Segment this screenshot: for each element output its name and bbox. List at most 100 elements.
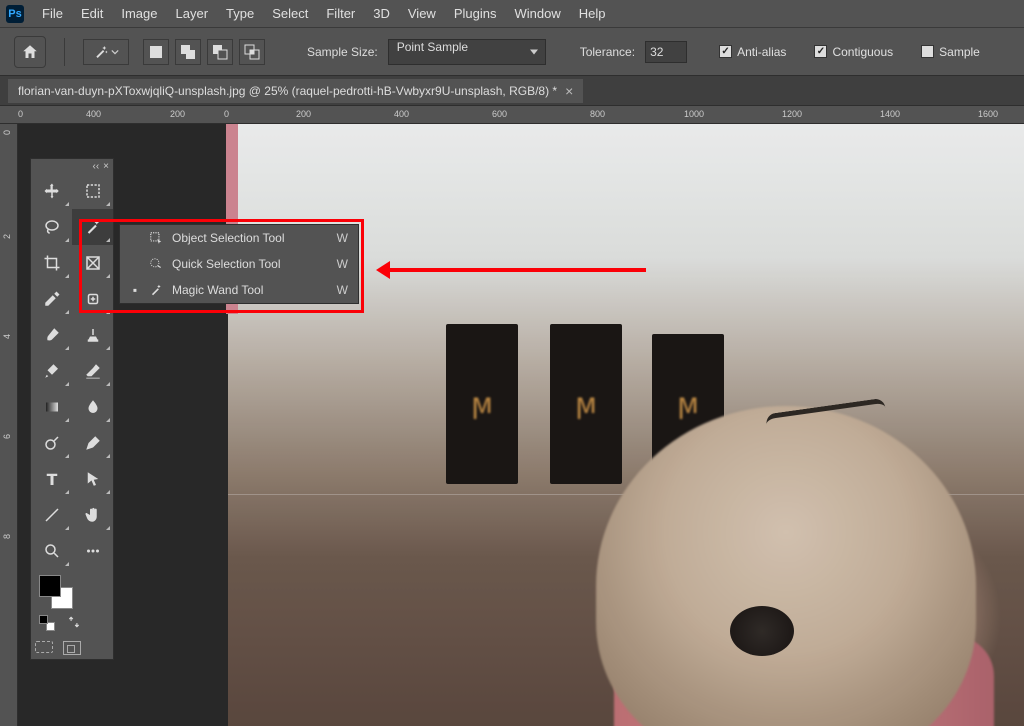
frame-tool[interactable] [72,245,113,281]
current-tool-picker[interactable] [83,39,129,65]
app-logo-text: Ps [8,8,21,20]
history-brush-tool[interactable] [31,353,72,389]
gradient-tool[interactable] [31,389,72,425]
menu-type[interactable]: Type [218,3,262,24]
document-tab[interactable]: florian-van-duyn-pXToxwjqliQ-unsplash.jp… [8,79,583,103]
flyout-object-selection[interactable]: Object Selection Tool W [120,225,358,251]
line-tool[interactable] [31,497,72,533]
magic-wand-tool[interactable] [72,209,113,245]
close-icon[interactable]: × [103,161,109,172]
selection-intersect-button[interactable] [239,39,265,65]
menu-view[interactable]: View [400,3,444,24]
flyout-magic-wand[interactable]: ▪ Magic Wand Tool W [120,277,358,303]
ruler-tick: 4 [2,334,12,339]
document-image [228,124,1024,726]
menu-3d[interactable]: 3D [365,3,398,24]
sample-all-checkbox[interactable]: Sample [921,45,980,59]
menubar: Ps File Edit Image Layer Type Select Fil… [0,0,1024,28]
object-selection-icon [148,230,164,246]
ruler-tick: 1000 [684,109,704,119]
sample-size-value: Point Sample [388,39,546,65]
more-tool[interactable] [72,533,113,569]
hand-tool[interactable] [72,497,113,533]
close-icon[interactable]: × [565,83,573,99]
selection-new-button[interactable] [143,39,169,65]
default-colors-button[interactable] [39,615,55,631]
selection-tool-flyout: Object Selection Tool W Quick Selection … [119,224,359,304]
menu-edit[interactable]: Edit [73,3,111,24]
sample-size-label: Sample Size: [307,45,378,59]
check-icon [814,45,827,58]
brush-tool[interactable] [31,317,72,353]
lasso-tool[interactable] [31,209,72,245]
check-icon [719,45,732,58]
home-icon [21,43,39,61]
path-selection-tool[interactable] [72,461,113,497]
ruler-tick: 0 [2,130,12,135]
ruler-vertical: 0 2 4 6 8 [0,124,18,726]
document-tab-title: florian-van-duyn-pXToxwjqliQ-unsplash.jp… [18,84,557,98]
crop-tool[interactable] [31,245,72,281]
menu-file[interactable]: File [34,3,71,24]
ruler-tick: 2 [2,234,12,239]
selection-add-button[interactable] [175,39,201,65]
zoom-tool[interactable] [31,533,72,569]
flyout-shortcut: W [337,257,348,271]
foreground-color[interactable] [39,575,61,597]
check-icon [921,45,934,58]
ruler-tick: 400 [394,109,409,119]
ruler-horizontal: 0 400 200 0 200 400 600 800 1000 1200 14… [0,106,1024,124]
sample-all-label: Sample [939,45,980,59]
eraser-tool[interactable] [72,353,113,389]
flyout-quick-selection[interactable]: Quick Selection Tool W [120,251,358,277]
pen-tool[interactable] [72,425,113,461]
foreground-background-swatch[interactable] [31,569,113,637]
quick-mask-button[interactable] [35,641,53,653]
dodge-tool[interactable] [31,425,72,461]
workspace: 0 400 200 0 200 400 600 800 1000 1200 14… [0,106,1024,726]
ruler-tick: 8 [2,534,12,539]
blur-tool[interactable] [72,389,113,425]
document-tabs: florian-van-duyn-pXToxwjqliQ-unsplash.jp… [0,76,1024,106]
contiguous-checkbox[interactable]: Contiguous [814,45,893,59]
sub-sel-icon [212,44,228,60]
collapse-icon: ‹‹ [92,161,99,172]
menu-image[interactable]: Image [113,3,165,24]
type-tool[interactable] [31,461,72,497]
menu-select[interactable]: Select [264,3,316,24]
options-bar: Sample Size: Point Sample Tolerance: Ant… [0,28,1024,76]
panel-collapse-handle[interactable]: ‹‹ × [31,159,113,173]
tolerance-label: Tolerance: [580,45,635,59]
selection-mode-group [143,39,265,65]
ruler-tick: 1400 [880,109,900,119]
clone-stamp-tool[interactable] [72,317,113,353]
marquee-tool[interactable] [72,173,113,209]
menu-window[interactable]: Window [506,3,568,24]
ruler-tick: 200 [296,109,311,119]
divider [64,38,65,66]
home-button[interactable] [14,36,46,68]
flyout-shortcut: W [337,283,348,297]
ruler-tick: 0 [224,109,229,119]
chevron-down-icon [111,48,119,56]
menu-layer[interactable]: Layer [168,3,217,24]
tolerance-input[interactable] [645,41,687,63]
menu-plugins[interactable]: Plugins [446,3,505,24]
menu-help[interactable]: Help [571,3,614,24]
antialias-checkbox[interactable]: Anti-alias [719,45,786,59]
sample-size-select[interactable]: Point Sample [388,39,546,65]
square-icon [148,44,164,60]
screen-mode-button[interactable] [63,641,81,655]
healing-brush-tool[interactable] [72,281,113,317]
swap-colors-icon[interactable] [67,615,81,629]
ruler-tick: 1600 [978,109,998,119]
contiguous-label: Contiguous [832,45,893,59]
menu-filter[interactable]: Filter [318,3,363,24]
ruler-tick: 0 [18,109,23,119]
move-tool[interactable] [31,173,72,209]
flyout-label: Quick Selection Tool [172,257,329,271]
canvas[interactable] [18,124,1024,726]
ruler-tick: 400 [86,109,101,119]
eyedropper-tool[interactable] [31,281,72,317]
selection-subtract-button[interactable] [207,39,233,65]
